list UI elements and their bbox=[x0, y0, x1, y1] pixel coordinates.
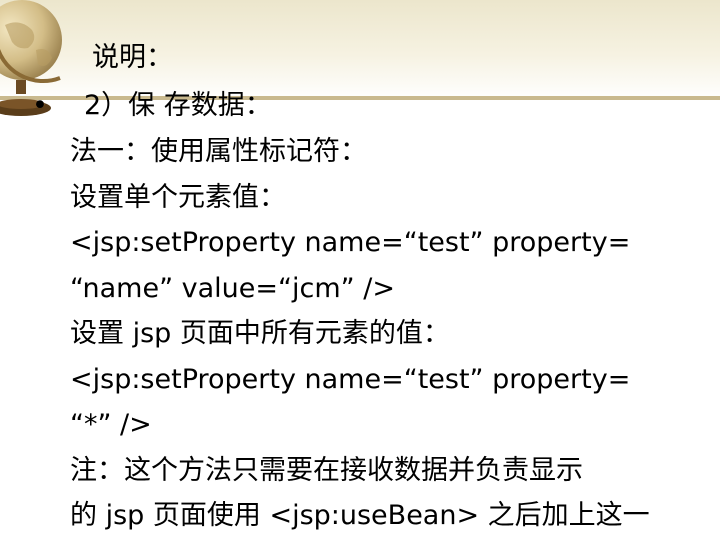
code-line: <jsp:setProperty name=“test” property= bbox=[70, 364, 631, 395]
note-line: 的 jsp 页面使用 <jsp:useBean> 之后加上这一 bbox=[70, 500, 650, 531]
body-line: 设置 jsp 页面中所有元素的值： bbox=[70, 318, 450, 349]
code-line: “*” /> bbox=[70, 409, 152, 440]
note-line: 注：这个方法只需要在接收数据并负责显示 bbox=[70, 455, 583, 486]
bullet-marker: • bbox=[32, 90, 48, 121]
code-line: <jsp:setProperty name=“test” property= bbox=[70, 227, 631, 258]
bullet-text: 2）保 存数据： bbox=[84, 90, 272, 121]
code-line: “name” value=“jcm” /> bbox=[70, 273, 395, 304]
bullet-item: • 2）保 存数据： bbox=[32, 90, 272, 122]
slide-title: 说明： bbox=[92, 42, 173, 73]
body-line: 设置单个元素值： bbox=[70, 182, 286, 213]
slide: 说明： • 2）保 存数据： 法一：使用属性标记符： 设置单个元素值： <jsp:… bbox=[0, 0, 720, 540]
body-line: 法一：使用属性标记符： bbox=[70, 136, 367, 167]
